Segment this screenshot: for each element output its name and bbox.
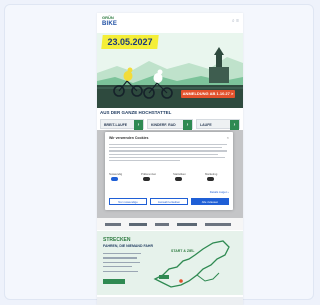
toggle-marketing[interactable]: Marketing [205, 172, 233, 184]
close-icon[interactable]: × [227, 135, 229, 140]
toggle-switch[interactable] [111, 177, 118, 181]
consent-description [109, 144, 227, 163]
start-finish-label: START & ZIEL [171, 249, 195, 253]
necessary-only-button[interactable]: Nur notwendige [109, 198, 147, 205]
sponsor-strip [97, 218, 243, 230]
route-map[interactable] [97, 231, 243, 295]
category-pill-3[interactable]: LAUFE › [196, 119, 240, 130]
toggle-switch[interactable] [143, 177, 150, 181]
arrow-right-icon: › [134, 120, 143, 130]
show-details-link[interactable]: Details zeigen › [210, 190, 229, 194]
toggle-preferences[interactable]: Präferenzen [141, 172, 169, 184]
cookie-consent-dialog: Wir verwenden Cookies × Notwendig Präfer… [105, 132, 233, 210]
toggle-label: Marketing [205, 172, 218, 176]
event-date-banner: 23.05.2027 [101, 35, 159, 49]
allow-selection-button[interactable]: Auswahl erlauben [150, 198, 188, 205]
category-pill-1[interactable]: BREIT-LAUFE › [100, 119, 144, 130]
route-section: STRECKEN FAHREN, DIE NIEMAND FAHR START … [97, 231, 243, 295]
category-pill-label: LAUFE [200, 123, 212, 127]
toggle-switch[interactable] [207, 177, 214, 181]
event-date: 23.05.2027 [107, 37, 153, 47]
header-icons: ⌕ ≡ [232, 18, 239, 24]
section-title: AUS DER GANZE HOCHSTATTEL [100, 110, 172, 115]
category-pill-label: BREIT-LAUFE [104, 123, 128, 127]
category-pill-2[interactable]: KINDERF. RAD › [147, 119, 193, 130]
consent-buttons: Nur notwendige Auswahl erlauben Alle zul… [109, 198, 229, 205]
toggle-label: Statistiken [173, 172, 186, 176]
toggle-necessary[interactable]: Notwendig [109, 172, 137, 184]
consent-title: Wir verwenden Cookies [109, 136, 149, 140]
next-section-strip [97, 297, 243, 305]
registration-cta-button[interactable]: ANMELDUNG AB 1.10.27 > [181, 90, 235, 98]
consent-toggles: Notwendig Präferenzen Statistiken Market… [109, 172, 229, 186]
menu-icon[interactable]: ≡ [236, 18, 239, 24]
toggle-label: Präferenzen [141, 172, 157, 176]
search-icon[interactable]: ⌕ [232, 18, 235, 24]
category-pills: BREIT-LAUFE › KINDERF. RAD › LAUFE › [100, 119, 240, 130]
sponsor-logos [105, 223, 231, 226]
allow-all-button[interactable]: Alle zulassen [191, 198, 229, 205]
toggle-statistics[interactable]: Statistiken [173, 172, 201, 184]
screenshot-frame: GRÜN BIKE ⌕ ≡ 23.05.2027 ANMELDUNG AB 1.… [4, 4, 314, 305]
category-pill-label: KINDERF. RAD [151, 123, 176, 127]
arrow-right-icon: › [183, 120, 192, 130]
site-logo-mark: BIKE [102, 21, 118, 27]
mobile-page: GRÜN BIKE ⌕ ≡ 23.05.2027 ANMELDUNG AB 1.… [97, 13, 243, 305]
toggle-label: Notwendig [109, 172, 123, 176]
site-logo[interactable]: GRÜN [102, 16, 114, 20]
arrow-right-icon: › [230, 120, 239, 130]
site-header: GRÜN BIKE ⌕ ≡ [97, 13, 243, 33]
toggle-switch[interactable] [175, 177, 182, 181]
cookie-consent-overlay: Wir verwenden Cookies × Notwendig Präfer… [97, 130, 243, 218]
